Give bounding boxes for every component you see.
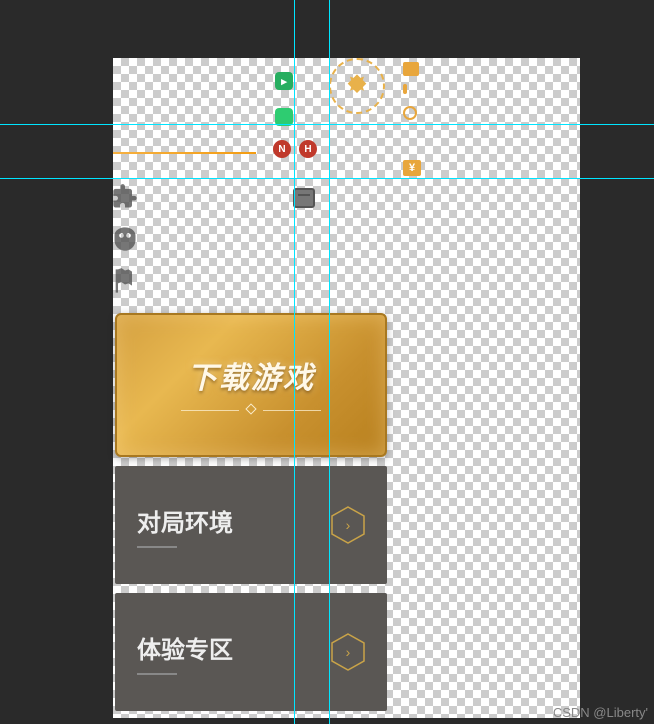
- guide-v-1[interactable]: [294, 0, 295, 724]
- chevron-right-hex-icon: ›: [331, 633, 365, 671]
- guide-v-2[interactable]: [329, 0, 330, 724]
- match-env-label: 对局环境: [137, 503, 331, 548]
- badge-h-icon: H: [299, 140, 317, 158]
- download-game-label: 下载游戏: [187, 353, 315, 397]
- mask-icon: [111, 225, 139, 253]
- ornament-icon: [181, 405, 321, 417]
- clock-icon: [403, 106, 417, 120]
- play-icon: ▸: [275, 72, 293, 90]
- bar-icon: [403, 84, 407, 94]
- guide-h-1[interactable]: [0, 124, 654, 125]
- yen-icon: ¥: [403, 160, 421, 176]
- emblem-icon: [329, 58, 385, 114]
- sprite-canvas[interactable]: ▸ N H ¥ 下载游戏 对局环境 › 体验专区: [113, 58, 580, 718]
- chevron-right-hex-icon: ›: [331, 506, 365, 544]
- match-env-card[interactable]: 对局环境 ›: [115, 466, 387, 584]
- tag-icon: [403, 62, 419, 76]
- flag-icon: [111, 267, 139, 295]
- gold-divider: [113, 152, 256, 154]
- guide-h-2[interactable]: [0, 178, 654, 179]
- download-game-card[interactable]: 下载游戏: [115, 313, 387, 457]
- badge-n-icon: N: [273, 140, 291, 158]
- experience-zone-label: 体验专区: [137, 630, 331, 675]
- watermark: CSDN @Liberty': [553, 705, 648, 720]
- calendar-icon: [293, 188, 315, 208]
- left-icon-column: [111, 183, 139, 309]
- status-icon-column: ▸: [275, 72, 293, 144]
- puzzle-icon: [111, 183, 139, 211]
- badge-row: N H: [273, 140, 317, 158]
- experience-zone-card[interactable]: 体验专区 ›: [115, 593, 387, 711]
